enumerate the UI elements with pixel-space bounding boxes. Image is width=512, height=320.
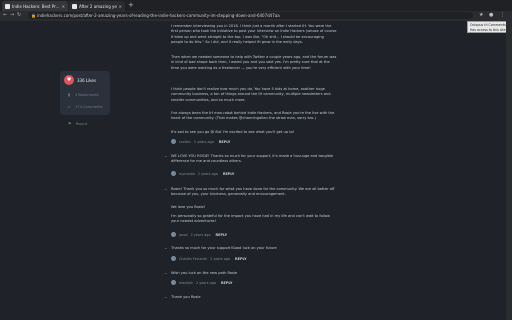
back-icon[interactable]: ← [3,12,7,19]
flag-icon: ⚑ [68,121,72,126]
minus-icon[interactable]: − [164,246,167,251]
comment-text: Thanks so much for your support!Good luc… [171,246,277,250]
author-name[interactable]: jarod [179,233,188,237]
comment-time: 2 years ago [190,232,211,237]
minus-icon[interactable]: − [164,154,167,159]
author-name[interactable]: mymedia [179,172,195,176]
comment-count: 174 Comments [75,104,103,109]
report-button[interactable]: ⚑ Report [68,121,88,126]
extension-icon[interactable]: ★ [479,12,483,19]
extension-tooltip: Octopus Hi Comments Has access to this s… [467,21,511,33]
post-paragraph: I've always been the IH man-robot behind… [171,111,335,121]
url-input[interactable]: 🔒 indiehackers.com/post/after-2-amazing-… [28,12,473,19]
author-name[interactable]: csallen [179,140,191,144]
comment-meta: Charles Ferrante 2 years ago REPLY [171,256,247,261]
avatar[interactable] [171,139,176,144]
comment-text: I'm personally so grateful for the impac… [171,214,330,224]
heart-icon: ♥ [64,75,74,85]
like-button[interactable]: ♥ 336 Likes [64,75,96,85]
comment-icon: ▭ [67,104,71,109]
bookmark-button[interactable]: ▮ 3 Bookmarks [67,92,99,97]
bookmark-count: 3 Bookmarks [75,92,99,97]
comment-text: Wish you luck on the new path Rosie [171,271,238,275]
comment-text: WE LOVE YOU ROSIE! Thanks so much for yo… [171,154,334,164]
tab-indie-hackers[interactable]: Indie Hackers: Best Pr... ✕ [2,1,68,11]
comment-meta: jarod 2 years ago REPLY [171,232,227,237]
bookmark-icon: ▮ [67,92,71,97]
author-name[interactable]: Charles Ferrante [179,257,207,261]
post-actions-card: ♥ 336 Likes ▮ 3 Bookmarks ▭ 174 Comments [60,71,110,115]
avatar[interactable] [171,256,176,261]
like-count: 336 Likes [77,77,96,83]
minus-icon[interactable]: − [164,295,167,300]
new-tab-button[interactable]: + [128,1,134,10]
scrollbar[interactable] [506,21,512,320]
url-text: indiehackers.com/post/after-2-amazing-ye… [37,13,280,18]
avatar[interactable] [171,280,176,285]
post-paragraph: I think people don't realize how much yo… [171,87,331,102]
author-name[interactable]: maotain [179,281,193,285]
forward-icon[interactable]: → [10,12,14,19]
close-tab-icon[interactable]: ✕ [62,4,65,9]
comment-meta: maotain 2 years ago REPLY [171,280,232,285]
comment-time: 2 years ago [195,280,216,285]
report-label: Report [75,121,88,126]
comments-button[interactable]: ▭ 174 Comments [67,104,102,109]
comment-text: We love you Rosie! [171,205,206,209]
comment-text: Rosie! Thank you so much for what you ha… [171,187,335,197]
tooltip-title: Octopus Hi Comments [470,23,506,27]
reply-button[interactable]: REPLY [235,257,247,261]
post-paragraph: Then when we needed someone to help with… [171,55,337,70]
lock-icon: 🔒 [31,13,36,18]
reply-button[interactable]: REPLY [223,172,235,176]
post-meta: csallen 2 years ago REPLY [171,139,230,144]
reply-button[interactable]: REPLY [219,140,231,144]
comment-time: 2 years ago [210,256,231,261]
comment-text: Thank you Rosie [171,295,201,299]
post-paragraph: I remember interviewing you in 2016. I t… [171,24,337,45]
favicon-icon [5,3,10,9]
reload-icon[interactable]: ↻ [17,12,21,19]
post-paragraph: It's sad to see you go 😢 But I'm excited… [171,130,295,134]
comment-time: 2 years ago [197,171,218,176]
menu-icon[interactable]: ⋮ [500,12,505,19]
profile-icon[interactable]: ● [489,12,493,19]
tooltip-subtitle: Has access to this site [470,27,506,32]
tab-title: After 2 amazing years of i... [79,3,117,9]
favicon-icon [72,3,77,9]
avatar[interactable] [171,171,176,176]
close-tab-icon[interactable]: ✕ [119,4,122,9]
tab-title: Indie Hackers: Best Pr... [12,3,60,9]
comment-meta: mymedia 2 years ago REPLY [171,171,234,176]
tab-post[interactable]: After 2 amazing years of i... ✕ [69,1,125,11]
post-time: 2 years ago [193,139,214,144]
minus-icon[interactable]: − [164,187,167,192]
page-content: ♥ 336 Likes ▮ 3 Bookmarks ▭ 174 Comments… [0,21,512,320]
reply-button[interactable]: REPLY [221,281,233,285]
browser-tab-bar: Indie Hackers: Best Pr... ✕ After 2 amaz… [0,0,512,11]
minus-icon[interactable]: − [164,271,167,276]
avatar[interactable] [171,232,176,237]
reply-button[interactable]: REPLY [216,233,228,237]
